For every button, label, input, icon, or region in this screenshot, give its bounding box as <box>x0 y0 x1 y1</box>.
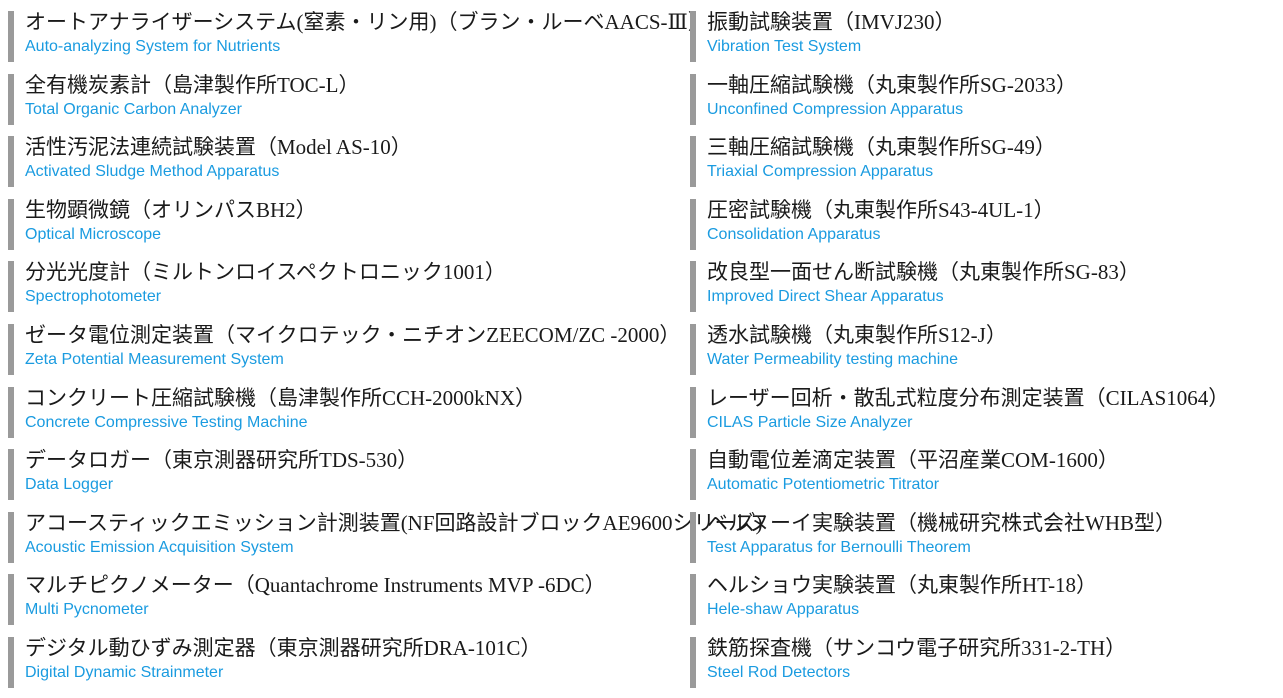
item-marker-bar <box>8 386 14 438</box>
item-marker-bar <box>690 136 696 188</box>
equipment-name-en: Digital Dynamic Strainmeter <box>25 663 224 681</box>
item-marker-bar <box>8 323 14 375</box>
equipment-list-right: 振動試験装置（IMVJ230） Vibration Test System 一軸圧縮… <box>690 9 1229 698</box>
equipment-name-ja: 鉄筋探査機（サンコウ電子研究所331-2-TH） <box>707 635 1127 660</box>
item-marker-bar <box>8 73 14 125</box>
item-marker-bar <box>690 636 696 688</box>
item-marker-bar <box>690 198 696 250</box>
equipment-name-en: Acoustic Emission Acquisition System <box>25 538 294 556</box>
item-marker-bar <box>690 386 696 438</box>
equipment-item: マルチピクノメーター（Quantachrome Instruments MVP … <box>8 572 762 635</box>
equipment-item: ゼータ電位測定装置（マイクロテック・ニチオンZEECOM/ZC -2000） Ze… <box>8 322 762 385</box>
equipment-name-ja: 活性汚泥法連続試験装置（Model AS-10） <box>25 135 412 160</box>
equipment-item: 振動試験装置（IMVJ230） Vibration Test System <box>690 9 1229 72</box>
equipment-name-ja: 分光光度計（ミルトンロイスペクトロニック1001） <box>25 260 506 285</box>
item-marker-bar <box>8 261 14 313</box>
equipment-list-left: オートアナライザーシステム(窒素・リン用)（ブラン・ルーベAACS-Ⅲ） Auto… <box>8 9 762 698</box>
equipment-name-en: Unconfined Compression Apparatus <box>707 100 964 118</box>
equipment-name-en: CILAS Particle Size Analyzer <box>707 413 913 431</box>
equipment-name-en: Triaxial Compression Apparatus <box>707 163 934 181</box>
equipment-item: 全有機炭素計（島津製作所TOC-L） Total Organic Carbon A… <box>8 72 762 135</box>
item-marker-bar <box>690 574 696 626</box>
equipment-item: 圧密試験機（丸東製作所S43-4UL-1） Consolidation Appar… <box>690 197 1229 260</box>
item-marker-bar <box>690 261 696 313</box>
equipment-item: コンクリート圧縮試験機（島津製作所CCH-2000kNX） Concrete Co… <box>8 385 762 448</box>
equipment-item: 活性汚泥法連続試験装置（Model AS-10） Activated Sludge… <box>8 134 762 197</box>
equipment-name-en: Hele-shaw Apparatus <box>707 601 860 619</box>
equipment-name-ja: 透水試験機（丸東製作所S12-J） <box>707 322 1007 347</box>
equipment-item: 生物顕微鏡（オリンパスBH2） Optical Microscope <box>8 197 762 260</box>
equipment-item: データロガー（東京測器研究所TDS-530） Data Logger <box>8 447 762 510</box>
equipment-name-ja: 一軸圧縮試験機（丸東製作所SG-2033） <box>707 72 1077 97</box>
item-marker-bar <box>8 198 14 250</box>
equipment-name-en: Concrete Compressive Testing Machine <box>25 413 308 431</box>
item-marker-bar <box>690 11 696 62</box>
item-marker-bar <box>8 511 14 563</box>
equipment-name-en: Multi Pycnometer <box>25 601 149 619</box>
equipment-name-ja: オートアナライザーシステム(窒素・リン用)（ブラン・ルーベAACS-Ⅲ） <box>25 10 709 34</box>
equipment-item: ヘルショウ実験装置（丸東製作所HT-18） Hele-shaw Apparatus <box>690 572 1229 635</box>
item-marker-bar <box>8 636 14 688</box>
equipment-name-en: Water Permeability testing machine <box>707 350 959 368</box>
equipment-item: 分光光度計（ミルトンロイスペクトロニック1001） Spectrophotomet… <box>8 259 762 322</box>
equipment-item: 自動電位差滴定装置（平沼産業COM-1600） Automatic Potenti… <box>690 447 1229 510</box>
equipment-name-ja: 三軸圧縮試験機（丸東製作所SG-49） <box>707 135 1056 160</box>
equipment-name-ja: データロガー（東京測器研究所TDS-530） <box>25 448 419 473</box>
equipment-item: ベルヌーイ実験装置（機械研究株式会社WHB型） Test Apparatus fo… <box>690 510 1229 573</box>
equipment-name-ja: ゼータ電位測定装置（マイクロテック・ニチオンZEECOM/ZC -2000） <box>25 322 681 347</box>
equipment-name-en: Data Logger <box>25 476 114 494</box>
equipment-item: 透水試験機（丸東製作所S12-J） Water Permeability test… <box>690 322 1229 385</box>
equipment-name-ja: ヘルショウ実験装置（丸東製作所HT-18） <box>707 573 1098 598</box>
equipment-name-ja: 圧密試験機（丸東製作所S43-4UL-1） <box>707 197 1055 222</box>
equipment-name-ja: 自動電位差滴定装置（平沼産業COM-1600） <box>707 448 1119 473</box>
equipment-name-en: Zeta Potential Measurement System <box>25 350 284 368</box>
equipment-item: 三軸圧縮試験機（丸東製作所SG-49） Triaxial Compression … <box>690 134 1229 197</box>
equipment-item: 改良型一面せん断試験機（丸東製作所SG-83） Improved Direct S… <box>690 259 1229 322</box>
item-marker-bar <box>8 136 14 188</box>
equipment-name-ja: アコースティックエミッション計測装置(NF回路設計ブロックAE9600シリーズ) <box>25 510 763 535</box>
equipment-name-ja: マルチピクノメーター（Quantachrome Instruments MVP … <box>25 573 606 598</box>
item-marker-bar <box>8 11 14 62</box>
equipment-name-en: Vibration Test System <box>707 38 862 55</box>
equipment-name-en: Spectrophotometer <box>25 288 162 306</box>
equipment-name-ja: デジタル動ひずみ測定器（東京測器研究所DRA-101C） <box>25 635 542 660</box>
equipment-name-ja: 生物顕微鏡（オリンパスBH2） <box>25 197 317 222</box>
equipment-name-ja: 全有機炭素計（島津製作所TOC-L） <box>25 72 360 97</box>
item-marker-bar <box>690 449 696 501</box>
item-marker-bar <box>8 449 14 501</box>
item-marker-bar <box>690 323 696 375</box>
equipment-name-ja: ベルヌーイ実験装置（機械研究株式会社WHB型） <box>707 510 1176 535</box>
equipment-item: 鉄筋探査機（サンコウ電子研究所331-2-TH） Steel Rod Detect… <box>690 635 1229 698</box>
equipment-name-en: Consolidation Apparatus <box>707 225 881 243</box>
equipment-name-ja: 振動試験装置（IMVJ230） <box>707 10 956 34</box>
equipment-name-en: Automatic Potentiometric Titrator <box>707 476 940 494</box>
equipment-name-en: Auto-analyzing System for Nutrients <box>25 38 281 55</box>
equipment-name-ja: レーザー回析・散乱式粒度分布測定装置（CILAS1064） <box>707 385 1230 410</box>
equipment-name-en: Improved Direct Shear Apparatus <box>707 288 944 306</box>
equipment-name-ja: 改良型一面せん断試験機（丸東製作所SG-83） <box>707 260 1140 285</box>
item-marker-bar <box>690 73 696 125</box>
equipment-item: アコースティックエミッション計測装置(NF回路設計ブロックAE9600シリーズ)… <box>8 510 762 573</box>
equipment-name-ja: コンクリート圧縮試験機（島津製作所CCH-2000kNX） <box>25 385 537 410</box>
equipment-item: レーザー回析・散乱式粒度分布測定装置（CILAS1064） CILAS Parti… <box>690 385 1229 448</box>
equipment-name-en: Steel Rod Detectors <box>707 663 851 681</box>
equipment-name-en: Total Organic Carbon Analyzer <box>25 100 242 118</box>
item-marker-bar <box>690 511 696 563</box>
equipment-name-en: Activated Sludge Method Apparatus <box>25 163 280 181</box>
equipment-item: デジタル動ひずみ測定器（東京測器研究所DRA-101C） Digital Dyna… <box>8 635 762 698</box>
equipment-item: 一軸圧縮試験機（丸東製作所SG-2033） Unconfined Compress… <box>690 72 1229 135</box>
item-marker-bar <box>8 574 14 626</box>
equipment-name-en: Optical Microscope <box>25 225 162 243</box>
equipment-item: オートアナライザーシステム(窒素・リン用)（ブラン・ルーベAACS-Ⅲ） Auto… <box>8 9 762 72</box>
equipment-name-en: Test Apparatus for Bernoulli Theorem <box>707 538 971 556</box>
